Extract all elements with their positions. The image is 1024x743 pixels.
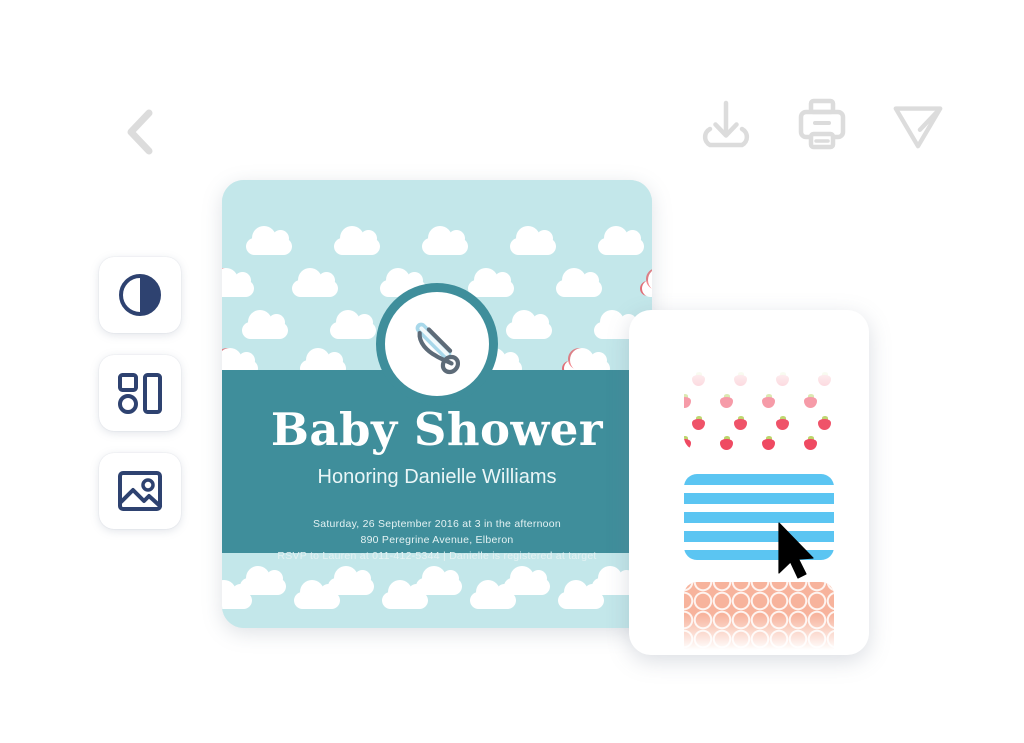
cloud-shape (294, 580, 340, 609)
pattern-swatch-strawberries[interactable] (684, 364, 834, 450)
strawberry-shape (734, 416, 747, 430)
cloud-shape (422, 226, 468, 255)
strawberry-shape (692, 416, 705, 430)
rail-item-contrast[interactable] (99, 257, 181, 333)
pattern-picker-panel (629, 310, 869, 655)
cloud-shape (506, 310, 552, 339)
strawberry-shape (762, 394, 775, 408)
cloud-shape (556, 268, 602, 297)
cloud-shape (470, 580, 516, 609)
cloud-shape (246, 226, 292, 255)
card-editor-app: Baby Shower Honoring Danielle Williams S… (0, 0, 1024, 743)
cloud-shape (382, 580, 428, 609)
toolbar-actions (698, 96, 946, 152)
cloud-shape (222, 580, 252, 609)
strawberry-shape (684, 394, 691, 408)
invitation-card[interactable]: Baby Shower Honoring Danielle Williams S… (222, 180, 652, 628)
chevron-left-icon (127, 109, 153, 155)
strawberry-shape (720, 436, 733, 450)
top-toolbar (0, 0, 1024, 200)
strawberry-shape (804, 436, 817, 450)
strawberry-shape (818, 416, 831, 430)
quatrefoil-pattern (684, 582, 834, 654)
print-button[interactable] (794, 96, 850, 152)
strawberry-shape (818, 372, 831, 386)
image-icon (118, 471, 162, 511)
cloud-shape (468, 268, 514, 297)
card-text-block: Baby Shower Honoring Danielle Williams S… (222, 370, 652, 564)
cloud-shape (334, 226, 380, 255)
cloud-shape (510, 226, 556, 255)
cloud-shape (292, 268, 338, 297)
strawberry-shape (692, 372, 705, 386)
cloud-shape (242, 310, 288, 339)
card-details: Saturday, 26 September 2016 at 3 in the … (222, 516, 652, 564)
left-tool-rail (99, 257, 181, 529)
download-button[interactable] (698, 96, 754, 152)
stripes-pattern (684, 474, 834, 560)
strawberry-shape (776, 372, 789, 386)
cloud-shape (330, 310, 376, 339)
strawberry-shape (776, 416, 789, 430)
card-subtitle: Honoring Danielle Williams (317, 466, 557, 488)
cloud-shape (598, 226, 644, 255)
strawberry-shape (804, 394, 817, 408)
back-button[interactable] (108, 100, 172, 164)
send-button[interactable] (890, 96, 946, 152)
card-title: Baby Shower (270, 403, 604, 456)
cloud-shape (222, 268, 254, 297)
strawberry-pattern (684, 364, 834, 450)
card-detail-line: RSVP to Lauren at 011-412-5344 | Daniell… (277, 550, 597, 562)
cloud-shape (642, 268, 652, 297)
card-detail-line: Saturday, 26 September 2016 at 3 in the … (313, 518, 561, 530)
send-plane-icon (893, 106, 943, 149)
rail-item-layout[interactable] (99, 355, 181, 431)
pattern-swatch-blue-stripes[interactable] (684, 474, 834, 560)
layout-icon (118, 373, 162, 414)
pattern-swatch-coral-quatrefoil[interactable] (684, 582, 834, 654)
strawberry-shape (734, 372, 747, 386)
strawberry-shape (720, 394, 733, 408)
contrast-icon (119, 274, 161, 316)
cloud-shape (558, 580, 604, 609)
strawberry-shape (684, 436, 691, 450)
rail-item-image[interactable] (99, 453, 181, 529)
strawberry-shape (762, 436, 775, 450)
card-detail-line: 890 Peregrine Avenue, Elberon (360, 534, 514, 546)
printer-icon (798, 98, 846, 150)
download-icon (702, 100, 750, 148)
quatrefoil-lattice (684, 582, 834, 654)
